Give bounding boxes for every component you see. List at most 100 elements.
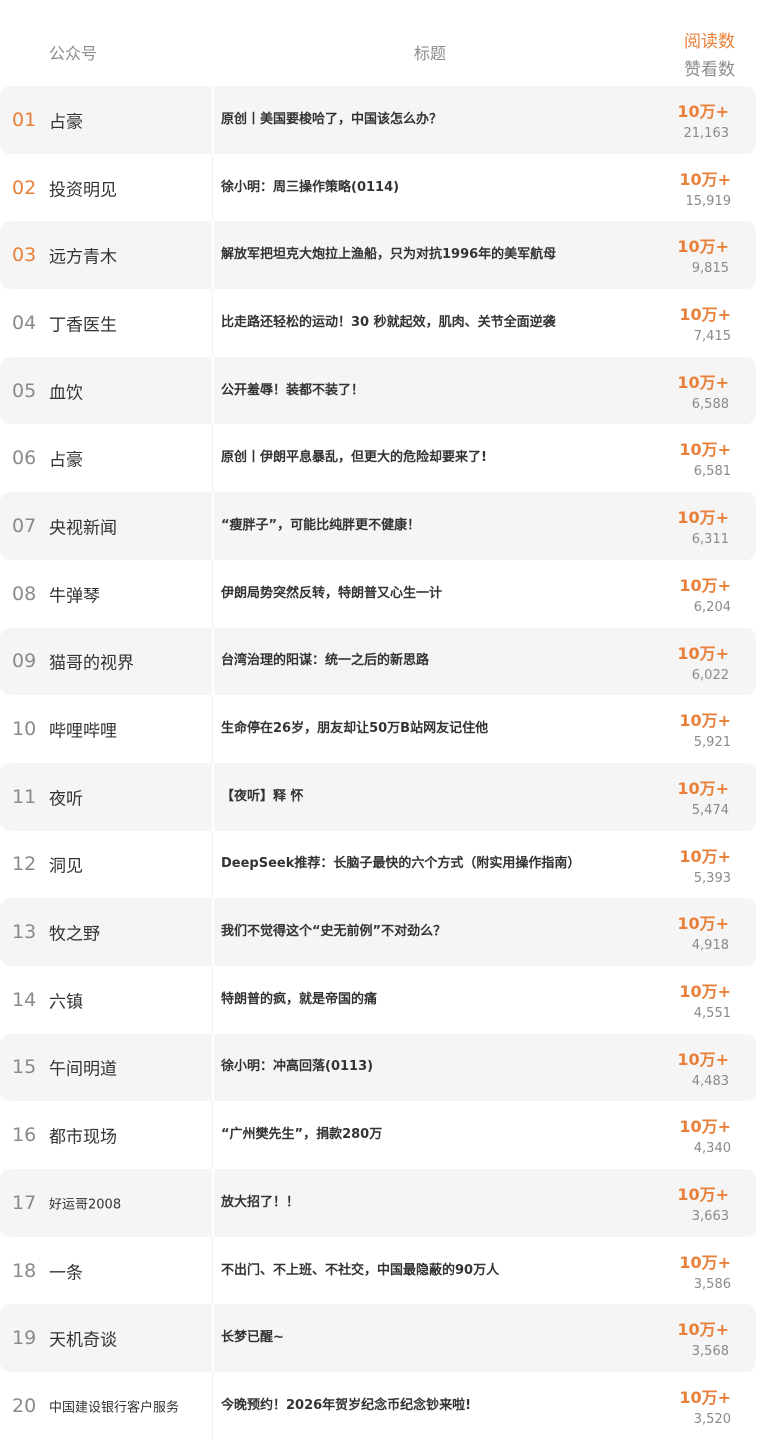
account-name[interactable]: 洞见 [49,852,83,877]
table-row[interactable]: 17 好运哥2008 放大招了！！ 10万+ 3,663 [0,1169,756,1237]
table-row[interactable]: 01 占豪 原创丨美国要梭哈了，中国该怎么办？ 10万+ 21,163 [0,86,756,154]
article-title[interactable]: 长梦已醒~ [221,1327,641,1349]
like-count: 9,815 [691,261,729,277]
account-name[interactable]: 占豪 [49,446,83,471]
table-row[interactable]: 04 丁香医生 比走路还轻松的运动！30 秒就起效，肌肉、关节全面逆袭 10万+ 7,4… [0,289,758,357]
article-title[interactable]: 解放军把坦克大炮拉上渔船，只为对抗1996年的美军航母 [221,244,641,266]
rank-number: 01 [12,108,37,131]
article-title[interactable]: 放大招了！！ [221,1192,641,1214]
table-row[interactable]: 18 一条 不出门、不上班、不社交，中国最隐蔽的90万人 10万+ 3,586 [0,1236,758,1305]
article-title[interactable]: 徐小明：冲高回落(0113) [221,1056,641,1078]
table-row[interactable]: 07 央视新闻 “瘦胖子”，可能比纯胖更不健康！ 10万+ 6,311 [0,492,756,560]
table-row[interactable]: 10 哔哩哔哩 生命停在26岁，朋友却让50万B站网友记住他 10万+ 5,921 [0,695,758,763]
table-row[interactable]: 15 午间明道 徐小明：冲高回落(0113) 10万+ 4,483 [0,1033,756,1102]
table-row[interactable]: 20 中国建设银行客户服务 今晚预约！2026年贺岁纪念币纪念钞来啦! 10万+ 3,5… [0,1372,758,1440]
read-count: 10万+ [677,102,729,121]
rank-number: 03 [12,244,37,267]
account-name[interactable]: 牛弹琴 [49,581,100,606]
read-count: 10万+ [679,440,731,460]
table-row[interactable]: 05 血饮 公开羞辱！装都不装了！ 10万+ 6,588 [0,356,756,425]
read-count: 10万+ [677,1049,729,1069]
article-title[interactable]: 台湾治理的阳谋：统一之后的新思路 [221,650,641,672]
account-name[interactable]: 一条 [49,1258,83,1283]
table-row[interactable]: 12 洞见 DeepSeek推荐：长脑子最快的六个方式（附实用操作指南） 10万+ 5,… [0,830,758,899]
like-count: 21,163 [683,126,730,141]
account-name[interactable]: 中国建设银行客户服务 [49,1396,179,1415]
article-title[interactable]: 我们不觉得这个“史无前例”不对劲么？ [221,921,641,943]
account-name[interactable]: 牧之野 [49,920,100,945]
rank-number: 17 [12,1191,37,1214]
account-name[interactable]: 天机奇谈 [49,1326,117,1351]
rank-number: 10 [12,718,37,741]
account-name[interactable]: 哔哩哔哩 [49,717,117,742]
account-name[interactable]: 午间明道 [49,1055,117,1080]
account-name[interactable]: 丁香医生 [49,310,117,335]
table-row[interactable]: 08 牛弹琴 伊朗局势突然反转，特朗普又心生一计 10万+ 6,204 [0,559,758,628]
table-row[interactable]: 16 都市现场 “广州樊先生”，捐款280万 10万+ 4,340 [0,1101,758,1169]
read-count: 10万+ [677,1320,729,1340]
like-count: 3,568 [691,1344,729,1360]
rank-number: 19 [12,1327,37,1350]
account-name[interactable]: 好运哥2008 [49,1193,121,1212]
rank-number: 11 [12,785,37,808]
article-title[interactable]: 今晚预约！2026年贺岁纪念币纪念钞来啦! [221,1395,641,1417]
column-header-reads[interactable]: 阅读数 [684,27,735,52]
article-title[interactable]: “瘦胖子”，可能比纯胖更不健康！ [221,515,641,537]
article-title[interactable]: 特朗普的疯，就是帝国的痛 [221,989,641,1011]
account-name[interactable]: 都市现场 [49,1123,117,1148]
like-count: 4,340 [693,1141,731,1157]
article-title[interactable]: 徐小明：周三操作策略(0114) [221,177,641,199]
column-header-likes[interactable]: 赞看数 [684,55,735,80]
article-title[interactable]: 公开羞辱！装都不装了！ [221,380,641,402]
article-title[interactable]: 【夜听】释 怀 [221,786,641,808]
like-count: 3,586 [693,1276,731,1292]
rank-number: 20 [12,1394,37,1417]
article-title[interactable]: DeepSeek推荐：长脑子最快的六个方式（附实用操作指南） [221,853,641,875]
article-title[interactable]: 原创丨伊朗平息暴乱，但更大的危险却要来了! [221,447,641,469]
column-divider [212,695,213,763]
account-name[interactable]: 投资明见 [49,175,117,200]
account-name[interactable]: 远方青木 [49,243,117,268]
article-title[interactable]: “广州樊先生”，捐款280万 [221,1124,641,1146]
rank-number: 02 [12,176,37,199]
article-title[interactable]: 比走路还轻松的运动！30 秒就起效，肌肉、关节全面逆袭 [221,312,641,334]
read-count: 10万+ [679,1388,731,1408]
rank-number: 14 [12,988,37,1011]
table-row[interactable]: 02 投资明见 徐小明：周三操作策略(0114) 10万+ 15,919 [0,153,758,222]
like-count: 5,921 [693,735,731,751]
table-row[interactable]: 03 远方青木 解放军把坦克大炮拉上渔船，只为对抗1996年的美军航母 10万+ 9,8… [0,221,756,290]
article-title[interactable]: 生命停在26岁，朋友却让50万B站网友记住他 [221,718,641,740]
column-divider [212,153,213,222]
article-title[interactable]: 原创丨美国要梭哈了，中国该怎么办？ [221,109,641,131]
column-divider [212,762,214,831]
table-row[interactable]: 13 牧之野 我们不觉得这个“史无前例”不对劲么？ 10万+ 4,918 [0,898,756,966]
table-row[interactable]: 11 夜听 【夜听】释 怀 10万+ 5,474 [0,762,756,831]
account-name[interactable]: 占豪 [49,107,83,132]
article-title[interactable]: 伊朗局势突然反转，特朗普又心生一计 [221,583,641,605]
column-divider [212,424,213,493]
account-name[interactable]: 血饮 [49,378,83,403]
account-name[interactable]: 夜听 [49,784,83,809]
column-divider [212,1304,214,1373]
rank-number: 04 [12,311,37,334]
table-row[interactable]: 19 天机奇谈 长梦已醒~ 10万+ 3,568 [0,1304,756,1373]
account-name[interactable]: 六镇 [49,987,83,1012]
table-row[interactable]: 14 六镇 特朗普的疯，就是帝国的痛 10万+ 4,551 [0,965,758,1034]
read-count: 10万+ [679,981,731,1001]
like-count: 6,581 [693,464,731,480]
like-count: 4,483 [691,1073,729,1089]
rank-number: 06 [12,447,37,470]
like-count: 3,663 [691,1209,729,1224]
column-divider [212,559,213,628]
like-count: 3,520 [693,1412,731,1428]
account-name[interactable]: 央视新闻 [49,513,117,538]
column-divider [212,1101,213,1169]
table-row[interactable]: 06 占豪 原创丨伊朗平息暴乱，但更大的危险却要来了! 10万+ 6,581 [0,424,758,493]
column-divider [212,356,214,425]
account-name[interactable]: 猫哥的视界 [49,649,134,674]
read-count: 10万+ [679,711,731,731]
article-title[interactable]: 不出门、不上班、不社交，中国最隐蔽的90万人 [221,1260,641,1282]
table-row[interactable]: 09 猫哥的视界 台湾治理的阳谋：统一之后的新思路 10万+ 6,022 [0,627,756,696]
read-count: 10万+ [679,1117,731,1137]
like-count: 15,919 [685,193,732,209]
